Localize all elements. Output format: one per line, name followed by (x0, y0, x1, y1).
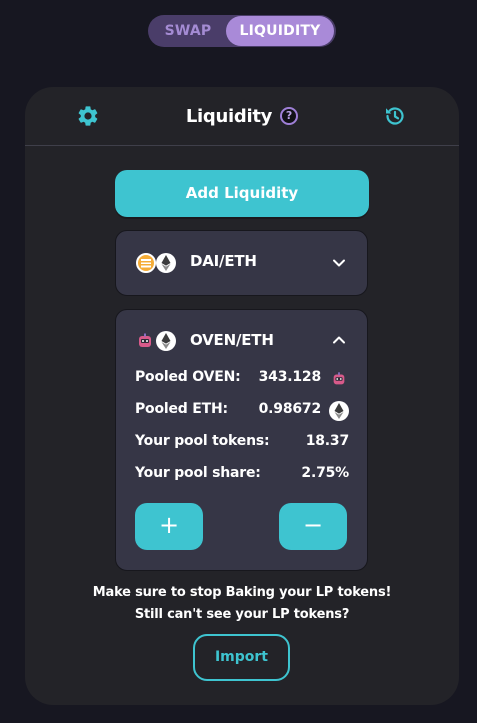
pooled-oven-row: Pooled OVEN: 343.128 (135, 369, 349, 389)
pool-card-dai-eth: DAI/ETH (115, 230, 368, 296)
tab-swap[interactable]: SWAP (150, 15, 226, 47)
oven-icon (136, 332, 154, 350)
add-liquidity-button[interactable]: Add Liquidity (115, 170, 369, 217)
tab-liquidity[interactable]: LIQUIDITY (226, 16, 334, 46)
chevron-up-icon[interactable] (329, 330, 349, 350)
oven-icon (333, 372, 345, 385)
pool-share-label: Your pool share: (135, 465, 261, 481)
pooled-oven-label: Pooled OVEN: (135, 369, 241, 385)
pooled-oven-value: 343.128 (258, 369, 322, 385)
cant-see-tokens-note: Still can't see your LP tokens? (134, 607, 350, 622)
swap-liquidity-toggle: SWAP LIQUIDITY (148, 15, 336, 47)
add-to-pool-button[interactable]: + (135, 503, 203, 550)
eth-icon (329, 401, 349, 421)
page-title: Liquidity (185, 105, 273, 127)
pool-name: DAI/ETH (190, 252, 257, 270)
card-header: Liquidity ? (25, 87, 459, 146)
pool-tokens-row: Your pool tokens: 18.37 (135, 433, 349, 453)
eth-icon (156, 253, 176, 273)
import-button[interactable]: Import (193, 634, 290, 681)
liquidity-card: Liquidity ? Add Liquidity DAI/ETH OVEN/E… (25, 87, 459, 705)
history-icon[interactable] (383, 104, 407, 128)
pool-share-value: 2.75% (301, 465, 349, 481)
plus-icon: + (158, 511, 180, 539)
stop-baking-note: Make sure to stop Baking your LP tokens! (92, 585, 392, 600)
pool-header-oven-eth[interactable]: OVEN/ETH (116, 310, 367, 372)
dai-icon (136, 253, 156, 273)
pool-share-row: Your pool share: 2.75% (135, 465, 349, 485)
pooled-eth-row: Pooled ETH: 0.98672 (135, 401, 349, 421)
gear-icon[interactable] (76, 104, 100, 128)
help-icon[interactable]: ? (280, 107, 299, 125)
pool-header-dai-eth[interactable]: DAI/ETH (116, 231, 367, 295)
eth-icon (156, 331, 176, 351)
pooled-eth-label: Pooled ETH: (135, 401, 228, 417)
pool-tokens-label: Your pool tokens: (135, 433, 270, 449)
pool-tokens-value: 18.37 (305, 433, 349, 449)
pool-card-oven-eth: OVEN/ETH Pooled OVEN: 343.128 Pooled ETH… (115, 309, 368, 571)
remove-from-pool-button[interactable]: − (279, 503, 347, 550)
pool-name: OVEN/ETH (190, 331, 274, 349)
minus-icon: − (302, 511, 324, 539)
pooled-eth-value: 0.98672 (258, 401, 322, 417)
chevron-down-icon[interactable] (329, 253, 349, 273)
